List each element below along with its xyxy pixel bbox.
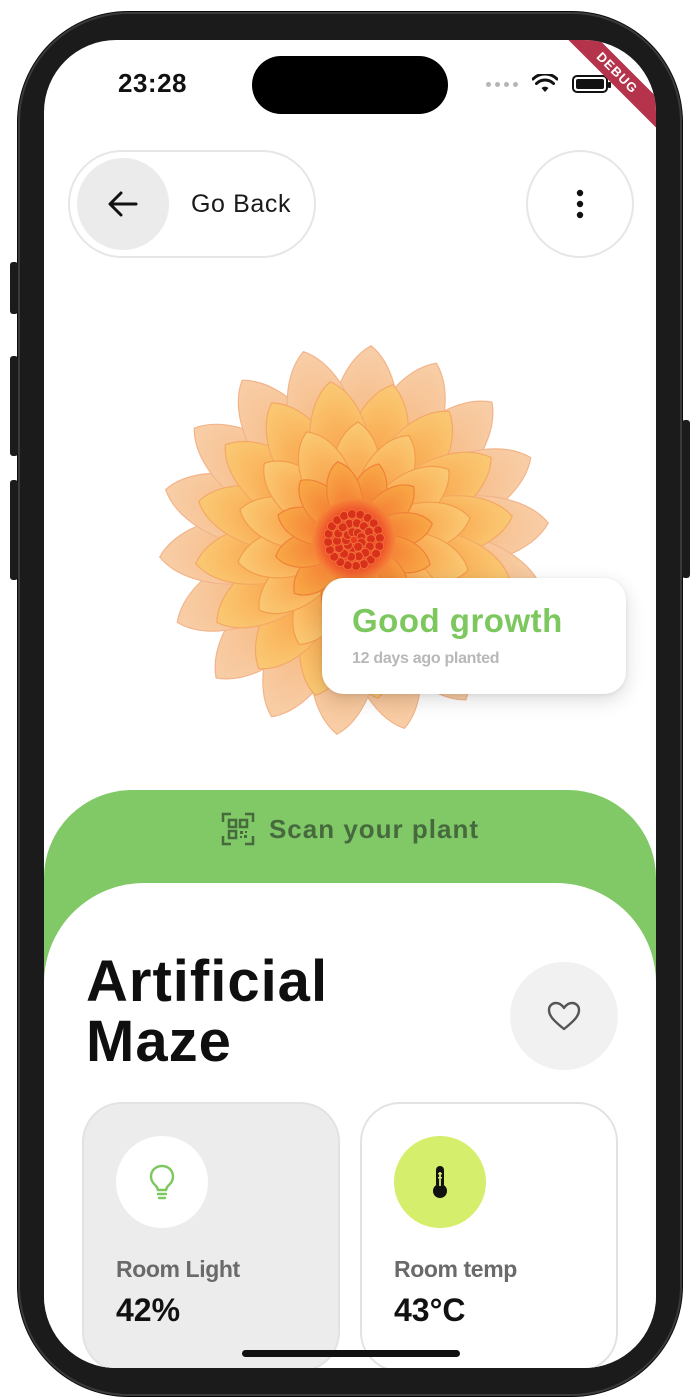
volume-up-button bbox=[10, 356, 18, 456]
plant-name: Artificial Maze bbox=[86, 952, 328, 1072]
planted-date-label: 12 days ago planted bbox=[352, 650, 500, 667]
plant-name-line1: Artificial bbox=[86, 949, 329, 1014]
heart-icon bbox=[547, 1001, 581, 1031]
status-icons bbox=[486, 74, 611, 94]
home-indicator[interactable] bbox=[242, 1350, 460, 1357]
back-arrow-circle[interactable] bbox=[77, 158, 169, 250]
go-back-label: Go Back bbox=[191, 189, 292, 218]
growth-status-title: Good growth bbox=[352, 602, 563, 639]
more-vertical-icon bbox=[576, 189, 584, 219]
room-temp-value: 43°C bbox=[394, 1292, 466, 1328]
dynamic-island bbox=[252, 56, 448, 114]
room-temp-card[interactable]: Room temp 43°C bbox=[360, 1102, 618, 1368]
power-button bbox=[682, 420, 690, 578]
room-temp-label: Room temp bbox=[394, 1256, 517, 1282]
room-light-label: Room Light bbox=[116, 1256, 240, 1282]
scan-plant-label: Scan your plant bbox=[268, 813, 480, 844]
lightbulb-icon bbox=[149, 1164, 175, 1200]
go-back-button[interactable]: Go Back bbox=[68, 150, 316, 258]
battery-icon bbox=[572, 75, 611, 93]
silent-switch bbox=[10, 262, 18, 314]
qr-scan-icon bbox=[221, 812, 255, 846]
wifi-icon bbox=[532, 74, 558, 92]
arrow-left-icon bbox=[108, 191, 138, 217]
temp-icon-badge bbox=[394, 1136, 486, 1228]
thermometer-icon bbox=[433, 1166, 447, 1198]
room-light-card[interactable]: Room Light 42% bbox=[82, 1102, 340, 1368]
room-light-value: 42% bbox=[116, 1292, 181, 1328]
more-options-button[interactable] bbox=[526, 150, 634, 258]
favorite-button[interactable] bbox=[510, 962, 618, 1070]
volume-down-button bbox=[10, 480, 18, 580]
growth-status-card: Good growth 12 days ago planted bbox=[322, 578, 626, 694]
light-icon-badge bbox=[116, 1136, 208, 1228]
app-screen: 23:28 DEBUG Go Back Good growth 12 days … bbox=[44, 40, 656, 1368]
signal-dots-icon bbox=[486, 81, 518, 87]
status-time: 23:28 bbox=[118, 68, 187, 98]
plant-name-line2: Maze bbox=[86, 1009, 232, 1074]
scan-plant-button[interactable]: Scan your plant bbox=[44, 812, 656, 846]
